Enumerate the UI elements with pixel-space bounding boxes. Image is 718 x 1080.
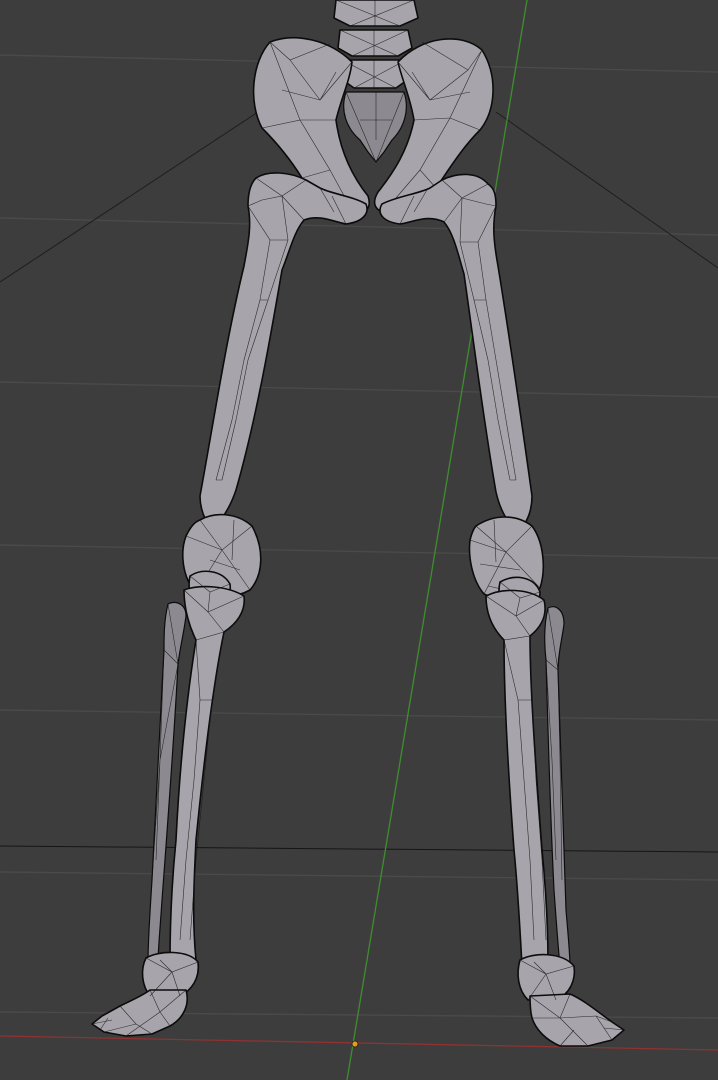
origin-point[interactable] [351,1040,359,1048]
camera-frustum-line [495,111,718,269]
right-fibula [544,606,571,967]
right-femur[interactable] [379,173,545,600]
horizon-line [0,845,718,853]
right-tibia [485,589,549,967]
left-foot[interactable] [91,951,200,1037]
right-ankle [517,953,576,1001]
right-lower-leg[interactable] [485,576,571,967]
vertebra [333,0,419,27]
grid-line [0,871,718,881]
sacrum [343,91,407,163]
left-lower-leg[interactable] [147,570,246,963]
grid-line [0,709,718,721]
right-foot-bones [529,993,625,1047]
left-foot-bones [91,989,188,1037]
right-foot[interactable] [517,953,625,1047]
3d-viewport[interactable] [0,0,718,1080]
grid-line [0,381,718,398]
grid-line [0,544,718,559]
viewport-canvas[interactable] [0,0,718,1080]
camera-frustum-line [0,111,259,283]
left-femur[interactable] [182,172,368,598]
skeleton-mesh[interactable] [91,0,625,1047]
